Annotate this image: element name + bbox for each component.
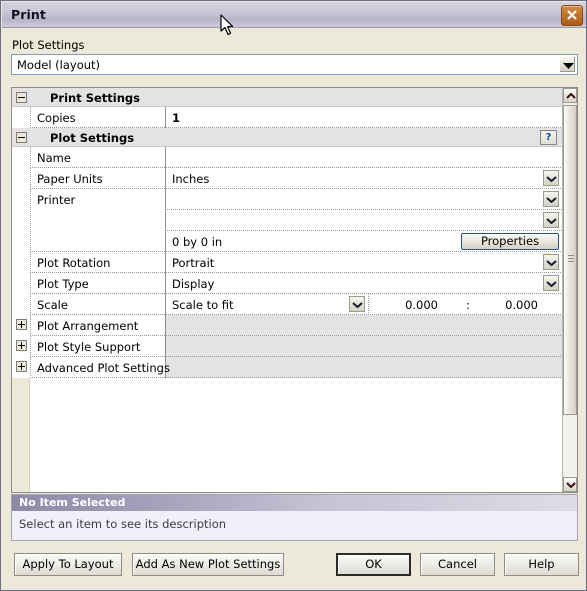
table-row[interactable]: Paper Units Inches (12, 168, 562, 189)
help-button[interactable]: Help (504, 553, 579, 576)
title-bar: Print (2, 2, 586, 28)
properties-button[interactable]: Properties (461, 233, 559, 250)
table-row[interactable]: Scale Scale to fit 0.000 : 0.000 (12, 294, 562, 315)
table-row[interactable]: Plot Style Support (12, 336, 562, 357)
cancel-button[interactable]: Cancel (420, 553, 495, 576)
property-name: Plot Rotation (37, 256, 111, 270)
table-row[interactable]: Name (12, 147, 562, 168)
property-name: Copies (37, 111, 76, 125)
gutter-divider (30, 107, 31, 128)
gutter-divider (30, 273, 31, 294)
description-title: No Item Selected (19, 496, 126, 509)
chevron-down-icon[interactable] (543, 275, 559, 291)
expand-icon[interactable] (16, 319, 27, 330)
value-zone (165, 336, 562, 357)
grid-rows: Print Settings Copies 1 Plot Settings ? (12, 88, 562, 378)
description-pane: No Item Selected Select an item to see i… (11, 494, 578, 541)
grid-category-row[interactable]: Print Settings (12, 88, 562, 107)
property-name: Plot Style Support (37, 340, 141, 354)
property-name: Plot Type (37, 277, 89, 291)
table-row[interactable]: Advanced Plot Settings (12, 357, 562, 378)
column-divider (165, 168, 166, 189)
chevron-down-icon[interactable] (559, 56, 576, 73)
column-divider (165, 336, 166, 357)
paper-size-value: 0 by 0 in (172, 235, 223, 249)
printer-sub-row[interactable] (12, 210, 562, 231)
layout-combobox[interactable]: Model (layout) (11, 54, 578, 75)
printer-sub-row[interactable] (12, 189, 562, 210)
chevron-up-icon[interactable] (563, 88, 577, 103)
grid-scrollbar[interactable] (562, 88, 577, 492)
scale-colon: : (466, 298, 470, 312)
property-name: Advanced Plot Settings (37, 361, 170, 375)
column-divider (165, 252, 166, 273)
chevron-down-icon[interactable] (543, 191, 559, 207)
add-as-new-plot-settings-button[interactable]: Add As New Plot Settings (132, 553, 284, 576)
property-name: Paper Units (37, 172, 103, 186)
scale-numerator[interactable]: 0.000 (398, 298, 438, 312)
grid-category-row[interactable]: Plot Settings ? (12, 128, 562, 147)
gutter-divider (30, 147, 31, 168)
table-row[interactable]: Plot Arrangement (12, 315, 562, 336)
value-zone (165, 357, 562, 378)
property-name: Name (37, 151, 71, 165)
plot-settings-label: Plot Settings (12, 38, 85, 52)
chevron-down-icon[interactable] (349, 296, 365, 312)
property-grid: Print Settings Copies 1 Plot Settings ? (11, 87, 578, 493)
collapse-icon[interactable] (16, 132, 27, 143)
column-divider (165, 107, 166, 128)
property-value[interactable]: Inches (172, 172, 209, 186)
expand-icon[interactable] (16, 361, 27, 372)
grip-icon (568, 255, 574, 264)
column-divider (165, 147, 166, 168)
value-zone (165, 315, 562, 336)
property-value[interactable]: Display (172, 277, 214, 291)
window-title: Print (11, 7, 46, 22)
chevron-down-icon[interactable] (543, 170, 559, 186)
column-divider (165, 273, 166, 294)
column-divider (165, 315, 166, 336)
table-row[interactable]: Plot Rotation Portrait (12, 252, 562, 273)
gutter-divider (30, 168, 31, 189)
scrollbar-thumb[interactable] (563, 105, 577, 415)
column-divider (165, 294, 166, 315)
table-row[interactable]: Copies 1 (12, 107, 562, 128)
scale-divider (368, 294, 369, 315)
gutter-divider (30, 294, 31, 315)
layout-combobox-value: Model (layout) (17, 58, 101, 72)
property-value[interactable]: Scale to fit (172, 298, 234, 312)
gutter-divider (30, 357, 31, 378)
chevron-down-icon[interactable] (543, 212, 559, 228)
chevron-down-icon[interactable] (543, 254, 559, 270)
gutter-divider (30, 252, 31, 273)
table-row[interactable]: Printer 0 by 0 in Properties (12, 189, 562, 252)
apply-to-layout-button[interactable]: Apply To Layout (14, 553, 122, 576)
property-name: Plot Arrangement (37, 319, 139, 333)
chevron-down-icon[interactable] (563, 477, 577, 492)
table-row[interactable]: Plot Type Display (12, 273, 562, 294)
category-label: Plot Settings (50, 131, 135, 145)
category-label: Print Settings (50, 91, 141, 105)
print-dialog-window: Print Plot Settings Model (layout) Print… (0, 0, 587, 591)
gutter-divider (30, 336, 31, 357)
scale-denominator[interactable]: 0.000 (490, 298, 538, 312)
close-icon[interactable] (561, 5, 583, 26)
description-body: Select an item to see its description (19, 517, 227, 531)
property-name: Scale (37, 298, 68, 312)
help-icon[interactable]: ? (540, 130, 557, 145)
property-value[interactable]: 1 (172, 111, 180, 125)
ok-button[interactable]: OK (336, 553, 411, 576)
expand-icon[interactable] (16, 340, 27, 351)
printer-sub-row[interactable]: 0 by 0 in Properties (12, 231, 562, 252)
gutter-divider (30, 315, 31, 336)
collapse-icon[interactable] (16, 92, 27, 103)
property-value[interactable]: Portrait (172, 256, 214, 270)
